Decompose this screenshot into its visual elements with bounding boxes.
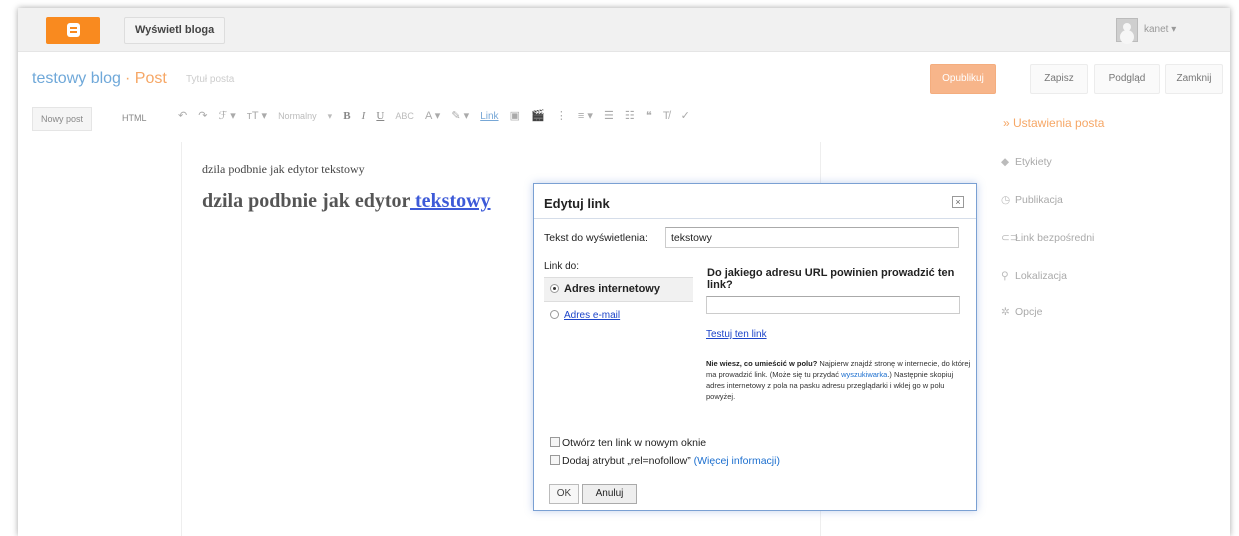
editor-heading: dzila podbnie jak edytor tekstowy: [202, 190, 491, 213]
link-icon: ⊂⊃: [1001, 232, 1019, 244]
format-toolbar: ↶ ↷ ℱ ▾ тT ▾ Normalny ▾ B I U ABC A ▾ ✎ …: [178, 109, 698, 131]
editor-paragraph: dzila podbnie jak edytor tekstowy: [202, 162, 365, 176]
editor-link[interactable]: tekstowy: [410, 190, 491, 212]
clock-icon: ◷: [1001, 194, 1011, 206]
radio-email-address[interactable]: [550, 310, 559, 319]
cancel-button[interactable]: Anuluj: [582, 484, 637, 504]
sidebar-item-label: Lokalizacja: [1015, 270, 1067, 282]
quote-icon[interactable]: ❝: [646, 109, 652, 122]
nofollow-checkbox[interactable]: [550, 455, 560, 465]
format-select-caret[interactable]: ▾: [328, 111, 333, 122]
spellcheck-icon[interactable]: ✓: [681, 109, 690, 122]
format-select[interactable]: Normalny: [278, 111, 317, 121]
avatar[interactable]: [1116, 18, 1138, 42]
url-input[interactable]: [706, 296, 960, 314]
close-icon[interactable]: ×: [952, 196, 964, 208]
option-email-label: Adres e-mail: [564, 310, 621, 321]
html-mode-tab[interactable]: HTML: [114, 107, 155, 131]
editor-heading-text: dzila podbnie jak edytor: [202, 190, 410, 212]
nofollow-label: Dodaj atrybut „rel=nofollow”: [562, 455, 691, 467]
sidebar-item-label: Publikacja: [1015, 194, 1063, 206]
sidebar-item-permalink[interactable]: ⊂⊃Link bezpośredni: [1001, 232, 1094, 244]
dialog-title: Edytuj link: [544, 196, 610, 211]
link-to-label: Link do:: [544, 261, 580, 272]
post-title-input[interactable]: Tytuł posta: [186, 74, 234, 85]
option-web-address-label: Adres internetowy: [564, 283, 660, 295]
new-window-label: Otwórz ten link w nowym oknie: [562, 437, 707, 449]
new-window-checkbox[interactable]: [550, 437, 560, 447]
gear-icon: ✲: [1001, 306, 1010, 318]
publish-button[interactable]: Opublikuj: [930, 64, 996, 94]
post-label: · Post: [125, 70, 167, 87]
radio-web-address[interactable]: [550, 284, 559, 293]
tag-icon: ◆: [1001, 156, 1010, 168]
video-icon[interactable]: 🎬: [531, 109, 545, 122]
blogger-editor-window: Wyświetl bloga kanet ▾ testowy blog · Po…: [18, 8, 1230, 536]
image-icon[interactable]: ▣: [510, 109, 520, 122]
underline-button[interactable]: U: [376, 110, 384, 122]
bullet-list-icon[interactable]: ☷: [625, 109, 635, 122]
redo-icon[interactable]: ↷: [198, 109, 207, 122]
bold-button[interactable]: B: [343, 110, 350, 122]
post-settings-title[interactable]: » Ustawienia posta: [1003, 116, 1104, 130]
numbered-list-icon[interactable]: ☰: [604, 109, 614, 122]
display-text-input[interactable]: [665, 227, 959, 248]
sidebar-item-options[interactable]: ✲ Opcje: [1001, 306, 1042, 318]
strikethrough-button[interactable]: ABC: [395, 111, 414, 121]
highlight-color-button[interactable]: ✎ ▾: [451, 109, 469, 122]
text-color-button[interactable]: A ▾: [425, 109, 440, 122]
align-icon[interactable]: ≡ ▾: [578, 109, 593, 122]
compose-mode-tab[interactable]: Nowy post: [32, 107, 93, 131]
sidebar-item-schedule[interactable]: ◷ Publikacja: [1001, 194, 1063, 206]
more-info-link[interactable]: (Więcej informacji): [694, 455, 780, 467]
sidebar-item-location[interactable]: ⚲ Lokalizacja: [1001, 270, 1067, 282]
pin-icon: ⚲: [1001, 270, 1009, 282]
font-family-select[interactable]: ℱ ▾: [219, 109, 236, 122]
italic-button[interactable]: I: [362, 110, 366, 122]
option-email-address[interactable]: Adres e-mail: [550, 310, 620, 321]
blogger-logo[interactable]: [46, 17, 100, 44]
undo-icon[interactable]: ↶: [178, 109, 187, 122]
save-button[interactable]: Zapisz: [1030, 64, 1088, 94]
user-menu[interactable]: kanet ▾: [1144, 24, 1176, 35]
view-blog-button[interactable]: Wyświetl bloga: [124, 17, 226, 44]
sidebar-item-label: Etykiety: [1015, 156, 1052, 168]
sidebar-item-labels[interactable]: ◆ Etykiety: [1001, 156, 1052, 168]
sidebar-item-label: Link bezpośredni: [1015, 232, 1095, 244]
option-web-address[interactable]: Adres internetowy: [544, 277, 693, 302]
top-bar: Wyświetl bloga kanet ▾: [18, 8, 1230, 52]
sidebar-item-label: Opcje: [1015, 306, 1043, 318]
search-engine-link[interactable]: wyszukiwarka: [841, 370, 887, 379]
help-bold: Nie wiesz, co umieścić w polu?: [706, 359, 818, 368]
ok-button[interactable]: OK: [549, 484, 579, 504]
blog-title[interactable]: testowy blog: [32, 70, 121, 88]
url-question: Do jakiego adresu URL powinien prowadzić…: [707, 267, 955, 291]
blogger-b-icon: [67, 23, 80, 37]
font-size-select[interactable]: тT ▾: [247, 109, 267, 122]
edit-link-dialog: Edytuj link × Tekst do wyświetlenia: Lin…: [533, 183, 977, 511]
divider: [534, 218, 976, 219]
clear-format-icon[interactable]: T̸: [663, 110, 670, 122]
test-link[interactable]: Testuj ten link: [706, 329, 767, 340]
display-text-label: Tekst do wyświetlenia:: [544, 232, 648, 244]
page-break-icon[interactable]: ⋮: [556, 109, 567, 122]
help-text: Nie wiesz, co umieścić w polu? Najpierw …: [706, 358, 972, 402]
new-window-row[interactable]: Otwórz ten link w nowym oknie: [550, 437, 706, 449]
link-button[interactable]: Link: [480, 111, 498, 122]
nofollow-row[interactable]: Dodaj atrybut „rel=nofollow” (Więcej inf…: [550, 455, 780, 467]
preview-button[interactable]: Podgląd: [1094, 64, 1160, 94]
close-button[interactable]: Zamknij: [1165, 64, 1223, 94]
